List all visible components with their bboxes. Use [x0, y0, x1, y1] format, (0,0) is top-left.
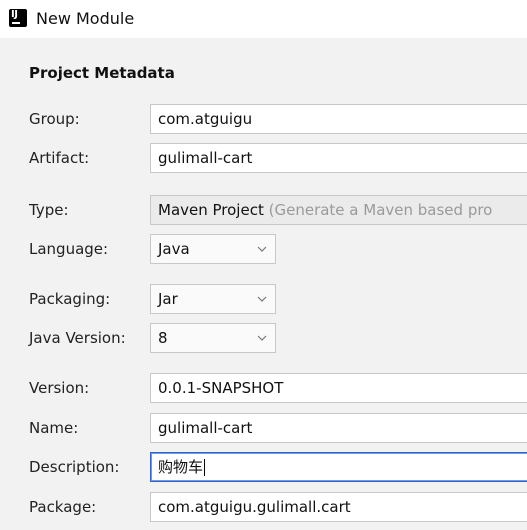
- chevron-down-icon: [257, 335, 267, 341]
- group-label: Group:: [29, 110, 80, 128]
- group-input[interactable]: com.atguigu: [150, 104, 527, 134]
- type-select[interactable]: Maven Project (Generate a Maven based pr…: [150, 195, 527, 225]
- window-title: New Module: [36, 9, 135, 28]
- name-input[interactable]: gulimall-cart: [150, 413, 527, 443]
- group-value: com.atguigu: [158, 110, 253, 128]
- artifact-label: Artifact:: [29, 149, 90, 167]
- java-version-label: Java Version:: [29, 329, 126, 347]
- artifact-value: gulimall-cart: [158, 149, 253, 167]
- type-value: Maven Project: [158, 201, 264, 219]
- java-version-value: 8: [158, 329, 168, 347]
- version-value: 0.0.1-SNAPSHOT: [158, 379, 284, 397]
- description-value: 购物车: [158, 458, 204, 476]
- package-input[interactable]: com.atguigu.gulimall.cart: [150, 492, 527, 522]
- description-input[interactable]: 购物车: [150, 452, 527, 482]
- language-value: Java: [158, 240, 190, 258]
- artifact-input[interactable]: gulimall-cart: [150, 143, 527, 173]
- intellij-icon: IJ: [9, 9, 27, 27]
- type-label: Type:: [29, 201, 69, 219]
- language-label: Language:: [29, 240, 109, 258]
- name-label: Name:: [29, 419, 79, 437]
- version-label: Version:: [29, 379, 90, 397]
- packaging-value: Jar: [158, 290, 178, 308]
- description-label: Description:: [29, 458, 120, 476]
- title-bar: IJ New Module: [0, 0, 527, 38]
- chevron-down-icon: [257, 246, 267, 252]
- package-value: com.atguigu.gulimall.cart: [158, 498, 351, 516]
- language-select[interactable]: Java: [150, 234, 276, 264]
- name-value: gulimall-cart: [158, 419, 253, 437]
- java-version-select[interactable]: 8: [150, 323, 276, 353]
- version-input[interactable]: 0.0.1-SNAPSHOT: [150, 373, 527, 403]
- type-hint: (Generate a Maven based pro: [268, 201, 493, 219]
- packaging-select[interactable]: Jar: [150, 284, 276, 314]
- section-title: Project Metadata: [29, 64, 175, 82]
- packaging-label: Packaging:: [29, 290, 111, 308]
- chevron-down-icon: [257, 296, 267, 302]
- package-label: Package:: [29, 498, 97, 516]
- text-caret: [204, 459, 206, 476]
